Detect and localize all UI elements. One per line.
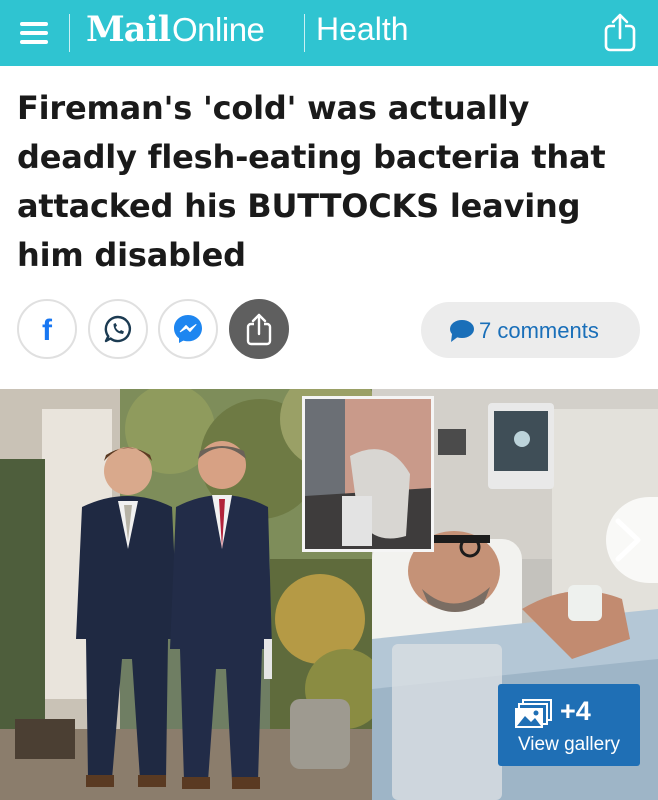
logo-mail-text: Mail — [86, 9, 171, 50]
share-icon[interactable] — [600, 12, 640, 52]
header-divider — [69, 14, 70, 52]
comments-button[interactable]: 7 comments — [421, 302, 640, 358]
gallery-count: +4 — [560, 696, 591, 726]
view-gallery-button[interactable]: +4 View gallery — [498, 684, 640, 766]
gallery-icon — [515, 699, 552, 728]
top-bar: Mail Online Health — [0, 0, 658, 66]
wound-inset-photo — [302, 396, 434, 552]
more-share-button[interactable] — [229, 299, 289, 359]
svg-text:f: f — [42, 314, 53, 345]
header-divider — [304, 14, 305, 52]
whatsapp-icon — [104, 315, 131, 343]
next-image-button[interactable] — [606, 497, 658, 583]
messenger-icon — [174, 315, 202, 343]
facebook-icon: f — [42, 314, 53, 345]
mailonline-logo[interactable]: Mail Online — [86, 9, 265, 53]
gallery-label: View gallery — [517, 734, 621, 755]
menu-icon[interactable] — [17, 16, 51, 50]
whatsapp-share-button[interactable] — [88, 299, 148, 359]
facebook-share-button[interactable]: f — [17, 299, 77, 359]
logo-online-text: Online — [172, 11, 265, 48]
share-icon — [246, 313, 272, 346]
speech-bubble-icon — [450, 320, 474, 342]
comments-count: 7 comments — [479, 318, 599, 343]
section-label[interactable]: Health — [316, 11, 409, 48]
messenger-share-button[interactable] — [158, 299, 218, 359]
article-headline: Fireman's 'cold' was actually deadly fle… — [17, 89, 606, 274]
chevron-right-icon — [615, 518, 641, 562]
